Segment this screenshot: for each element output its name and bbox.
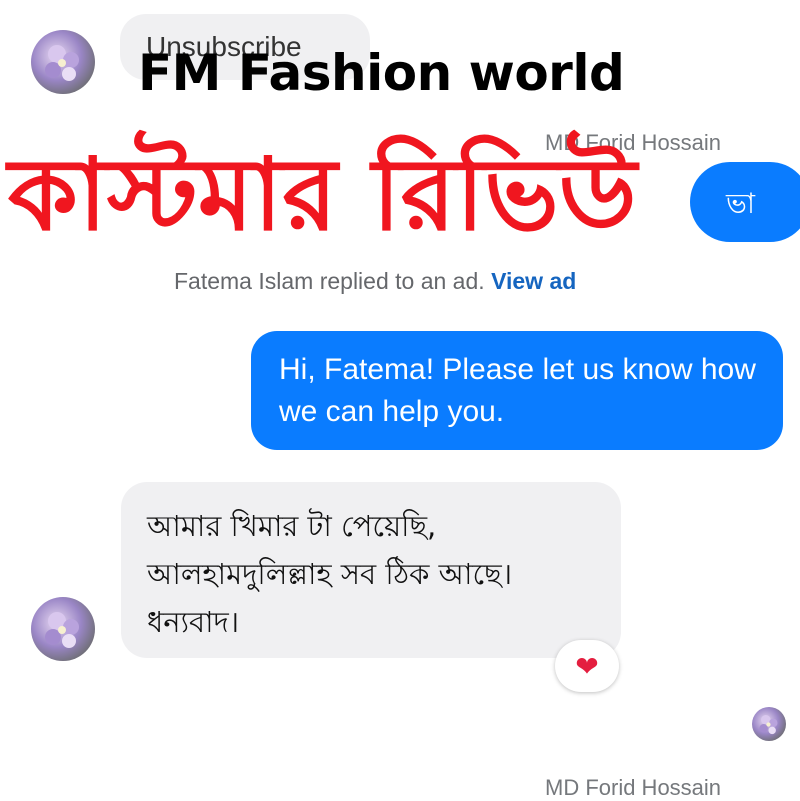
incoming-message-line: আলহামদুলিল্লাহ সব ঠিক আছে। (147, 557, 513, 591)
avatar-flower-icon (45, 612, 79, 648)
headline: কাস্টমার রিভিউ (8, 136, 637, 253)
reply-note: Fatema Islam replied to an ad. View ad (174, 268, 576, 295)
avatar[interactable] (31, 30, 95, 94)
brand-title: FM Fashion world (138, 44, 625, 102)
read-receipt-avatar (752, 707, 786, 741)
partial-bubble-text: ভা (726, 188, 755, 219)
outgoing-bubble-partial[interactable]: ভা (690, 162, 800, 242)
avatar[interactable] (31, 597, 95, 661)
heart-reaction-icon[interactable]: ❤ (555, 640, 619, 692)
incoming-message[interactable]: আমার খিমার টা পেয়েছি, আলহামদুলিল্লাহ সব… (121, 482, 621, 658)
avatar-flower-icon (45, 45, 79, 81)
view-ad-link[interactable]: View ad (491, 268, 576, 294)
incoming-message-line: ধন্যবাদ। (147, 605, 240, 639)
incoming-message-line: আমার খিমার টা পেয়েছি, (147, 509, 437, 543)
avatar-flower-icon (759, 714, 778, 735)
outgoing-message[interactable]: Hi, Fatema! Please let us know how we ca… (251, 331, 783, 450)
sender-name: MD Forid Hossain (545, 775, 722, 800)
reply-note-text: Fatema Islam replied to an ad. (174, 268, 485, 294)
